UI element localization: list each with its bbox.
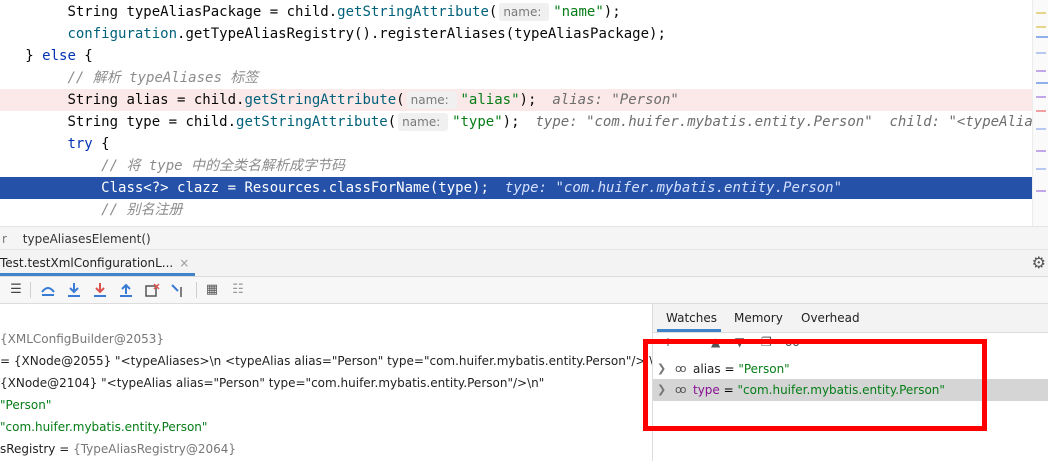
code-line-breakpoint[interactable]: String alias = child.getStringAttribute(… (0, 89, 1032, 111)
code-line[interactable]: // 解析 typeAliases 标签 (0, 67, 1032, 89)
code-line[interactable]: } else { (0, 45, 1032, 67)
string-literal: "type" (452, 114, 503, 130)
tab-overhead[interactable]: Overhead (795, 304, 865, 332)
tab-memory[interactable]: Memory (729, 304, 789, 332)
breadcrumb-arrow: r (2, 232, 7, 246)
step-over-icon[interactable] (40, 282, 56, 298)
trace-icon[interactable]: ☷ (230, 282, 246, 298)
code-line[interactable]: String type = child.getStringAttribute(n… (0, 111, 1041, 133)
code-token: String alias = child. (67, 92, 245, 108)
parameter-hint: name: (398, 113, 449, 131)
code-line[interactable]: // 将 type 中的全类名解析成字节码 (0, 155, 1032, 177)
force-step-into-icon[interactable] (92, 282, 108, 298)
code-token: getStringAttribute (244, 92, 397, 108)
code-line[interactable]: configuration.getTypeAliasRegistry().reg… (0, 23, 1032, 45)
code-token: ( (396, 92, 405, 108)
code-token: ); (603, 4, 621, 20)
code-token: ); (502, 114, 520, 130)
highlight-annotation-box (643, 339, 987, 431)
tab-watches[interactable]: Watches (657, 304, 721, 332)
string-literal: "alias" (460, 92, 520, 108)
code-token: } (25, 48, 43, 64)
code-token: getStringAttribute (236, 114, 388, 130)
inline-debug-value: type: "com.huifer.mybatis.entity.Person" (504, 180, 843, 196)
code-token: Class<?> clazz = Resources.classForName(… (101, 180, 489, 196)
run-to-cursor-icon[interactable] (170, 282, 186, 298)
variable-row[interactable]: sRegistry = {TypeAliasRegistry@2064} (0, 438, 652, 460)
code-token: // 解析 typeAliases 标签 (67, 70, 259, 86)
code-token: // 别名注册 (101, 202, 183, 218)
code-token: else (42, 48, 76, 64)
debug-session-tab[interactable]: Test.testXmlConfigurationL... × (0, 250, 196, 276)
debug-tab-strip: Test.testXmlConfigurationL... × ⚙ (0, 250, 1048, 277)
code-token: { (75, 48, 93, 64)
close-icon[interactable]: × (179, 256, 189, 270)
inline-debug-value: alias: "Person" (552, 92, 679, 108)
code-token: .getTypeAliasRegistry().registerAliases(… (177, 26, 666, 42)
step-out-icon[interactable] (118, 282, 134, 298)
code-token: { (92, 136, 110, 152)
menu-icon[interactable]: ☰ (8, 282, 24, 298)
code-token: getStringAttribute (337, 4, 489, 20)
variable-row[interactable]: "com.huifer.mybatis.entity.Person" (0, 416, 652, 438)
debug-session-tab-label: Test.testXmlConfigurationL... (0, 256, 174, 270)
variable-row[interactable]: = {XNode@2055} "<typeAliases>\n <typeAli… (0, 350, 652, 372)
variable-row[interactable]: "Person" (0, 394, 652, 416)
code-line[interactable]: String typeAliasPackage = child.getStrin… (0, 1, 1032, 23)
code-line[interactable]: try { (0, 133, 1032, 155)
code-token: // 将 type 中的全类名解析成字节码 (101, 158, 346, 174)
evaluate-expression-icon[interactable]: ▦ (204, 282, 220, 298)
code-token: ( (387, 114, 397, 130)
drop-frame-icon[interactable] (144, 282, 160, 298)
breadcrumb-method[interactable]: typeAliasesElement() (23, 232, 151, 246)
gear-icon[interactable]: ⚙ (1032, 250, 1046, 276)
code-editor[interactable]: String typeAliasPackage = child.getStrin… (0, 0, 1048, 226)
code-token: configuration (67, 26, 178, 42)
string-literal: "name" (553, 4, 604, 20)
watches-tab-strip: Watches Memory Overhead (653, 304, 1048, 333)
variable-row[interactable]: {XMLConfigBuilder@2053} (0, 328, 652, 350)
code-token: ( (488, 4, 498, 20)
parameter-hint: name: (499, 3, 550, 21)
code-line[interactable]: // 别名注册 (0, 199, 1032, 221)
code-token: ); (519, 92, 537, 108)
code-line-execution-point[interactable]: Class<?> clazz = Resources.classForName(… (0, 177, 1032, 199)
code-token: String typeAliasPackage = child. (67, 4, 338, 20)
parameter-hint: name: (406, 91, 457, 109)
variable-row[interactable]: {XNode@2104} "<typeAlias alias="Person" … (0, 372, 652, 394)
debug-toolbar: ☰ ▦ ☷ (0, 277, 1048, 304)
variables-pane: {XMLConfigBuilder@2053} = {XNode@2055} "… (0, 304, 653, 461)
inline-debug-value: type: "com.huifer.mybatis.entity.Person"… (535, 114, 1042, 130)
step-into-icon[interactable] (66, 282, 82, 298)
code-token: String type = child. (67, 114, 237, 130)
breadcrumb[interactable]: r typeAliasesElement() (0, 226, 1048, 250)
error-stripe[interactable] (1032, 0, 1048, 226)
code-token: try (67, 136, 93, 152)
